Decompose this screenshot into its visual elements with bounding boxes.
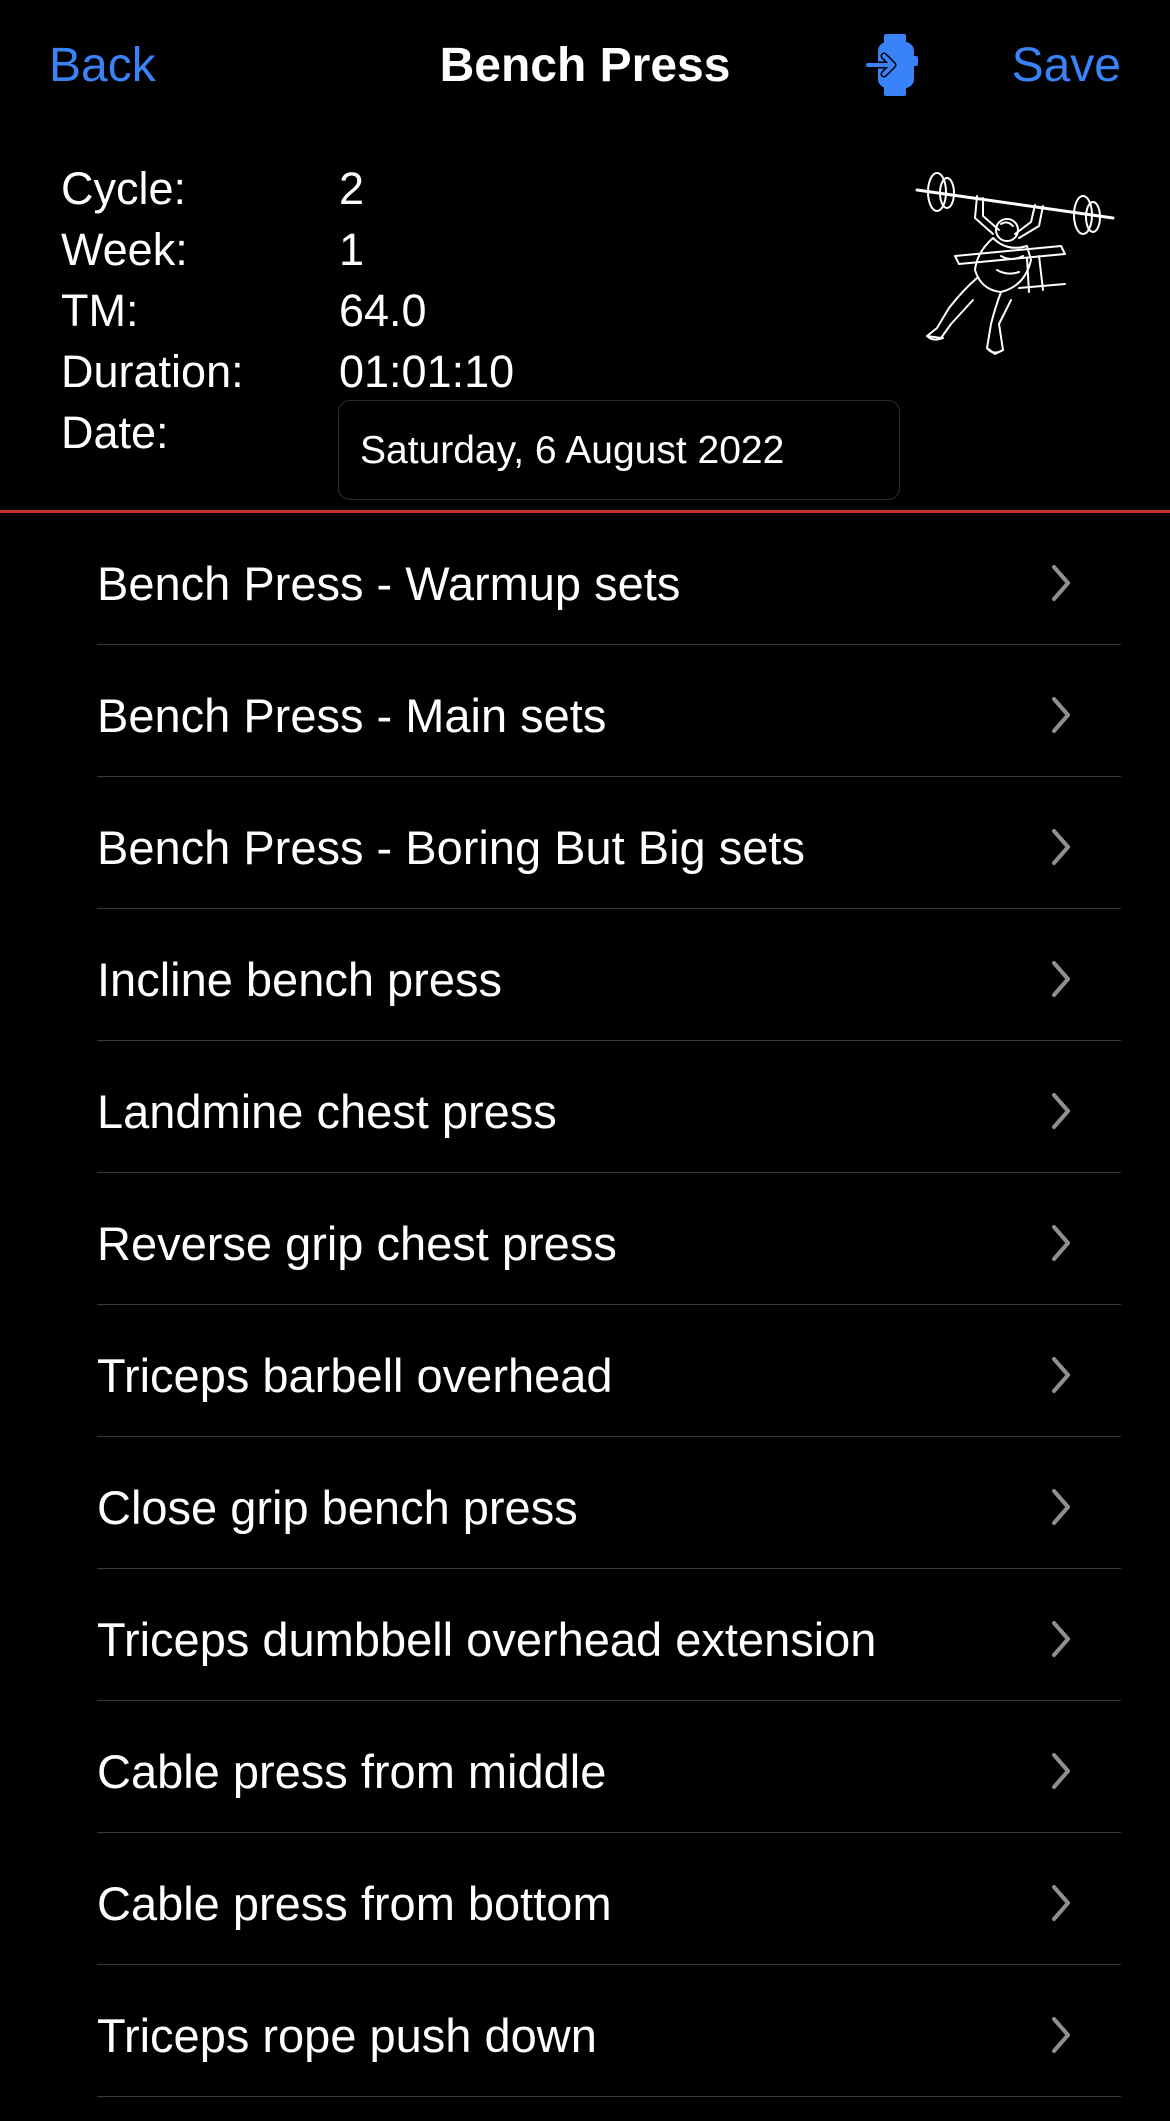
navigation-bar: Back Bench Press Save xyxy=(0,0,1170,135)
list-item-label: Triceps rope push down xyxy=(97,2009,597,2062)
list-item-label: Triceps dumbbell overhead extension xyxy=(97,1613,877,1666)
chevron-right-icon xyxy=(1050,1751,1072,1791)
cycle-label: Cycle: xyxy=(61,163,187,214)
duration-row: Duration: 01:01:10 xyxy=(61,341,861,402)
chevron-right-icon xyxy=(1050,1355,1072,1395)
row-separator xyxy=(97,2095,1121,2097)
chevron-right-icon xyxy=(1050,2015,1072,2055)
chevron-right-icon xyxy=(1050,695,1072,735)
list-item-label: Bench Press - Main sets xyxy=(97,689,607,742)
chevron-right-icon xyxy=(1050,1091,1072,1131)
list-item-label: Incline bench press xyxy=(97,953,502,1006)
duration-value: 01:01:10 xyxy=(339,346,515,397)
page-title: Bench Press xyxy=(439,39,731,92)
chevron-right-icon xyxy=(1050,959,1072,999)
tm-value: 64.0 xyxy=(339,285,427,336)
list-item-label: Cable press from middle xyxy=(97,1745,607,1798)
chevron-right-icon xyxy=(1050,563,1072,603)
list-item[interactable]: Reverse grip chest press xyxy=(0,1173,1170,1305)
list-item[interactable]: Triceps barbell overhead xyxy=(0,1305,1170,1437)
cycle-row: Cycle: 2 xyxy=(61,158,861,219)
list-item[interactable]: Triceps rope push down xyxy=(0,1965,1170,2097)
list-item-label: Triceps barbell overhead xyxy=(97,1349,613,1402)
week-value: 1 xyxy=(339,224,365,275)
list-item-label: Bench Press - Warmup sets xyxy=(97,557,681,610)
date-picker[interactable]: Saturday, 6 August 2022 xyxy=(338,400,900,500)
list-item-label: Cable press from bottom xyxy=(97,1877,612,1930)
list-item[interactable]: Cable press from middle xyxy=(0,1701,1170,1833)
chevron-right-icon xyxy=(1050,1883,1072,1923)
list-item[interactable]: Cable press from bottom xyxy=(0,1833,1170,1965)
cycle-value: 2 xyxy=(339,163,365,214)
week-label: Week: xyxy=(61,224,188,275)
bench-press-illustration xyxy=(915,160,1115,360)
list-item-label: Close grip bench press xyxy=(97,1481,578,1534)
chevron-right-icon xyxy=(1050,827,1072,867)
list-item[interactable]: Incline bench press xyxy=(0,909,1170,1041)
list-item-label: Bench Press - Boring But Big sets xyxy=(97,821,805,874)
tm-label: TM: xyxy=(61,285,139,336)
week-row: Week: 1 xyxy=(61,219,861,280)
list-item-label: Landmine chest press xyxy=(97,1085,557,1138)
list-item[interactable]: Bench Press - Boring But Big sets xyxy=(0,777,1170,909)
chevron-right-icon xyxy=(1050,1487,1072,1527)
list-item[interactable]: Bench Press - Warmup sets xyxy=(0,513,1170,645)
save-button[interactable]: Save xyxy=(1012,38,1121,93)
tm-row: TM: 64.0 xyxy=(61,280,861,341)
apple-watch-send-icon[interactable] xyxy=(864,32,922,98)
list-item-label: Reverse grip chest press xyxy=(97,1217,617,1270)
exercise-list: Bench Press - Warmup sets Bench Press - … xyxy=(0,513,1170,2097)
list-item[interactable]: Triceps dumbbell overhead extension xyxy=(0,1569,1170,1701)
list-item[interactable]: Close grip bench press xyxy=(0,1437,1170,1569)
chevron-right-icon xyxy=(1050,1223,1072,1263)
date-label: Date: xyxy=(61,407,169,458)
list-item[interactable]: Bench Press - Main sets xyxy=(0,645,1170,777)
chevron-right-icon xyxy=(1050,1619,1072,1659)
duration-label: Duration: xyxy=(61,346,244,397)
list-item[interactable]: Landmine chest press xyxy=(0,1041,1170,1173)
